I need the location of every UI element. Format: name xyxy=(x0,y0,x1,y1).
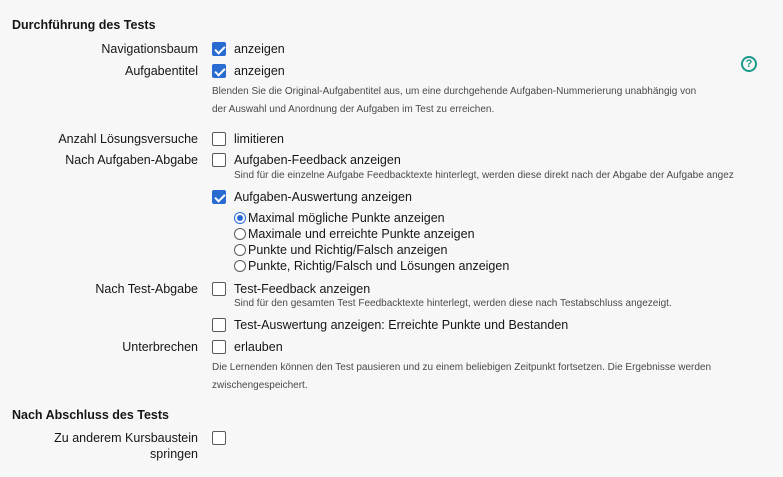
radio-label: Punkte und Richtig/Falsch anzeigen xyxy=(248,243,448,257)
section-title-abschluss: Nach Abschluss des Tests xyxy=(12,408,170,422)
aufgabentitel-help-line1: Blenden Sie die Original-Aufgabentitel a… xyxy=(212,86,697,97)
aufgaben-auswertung-checkbox[interactable] xyxy=(212,190,226,204)
section-title-durchfuehrung: Durchführung des Tests xyxy=(12,18,156,32)
radio-option-points-correct-solutions[interactable]: Punkte, Richtig/Falsch und Lösungen anze… xyxy=(234,258,509,274)
navigationsbaum-label: Navigationsbaum xyxy=(101,42,198,56)
aufgabentitel-help-line2: der Auswahl und Anordnung der Aufgaben i… xyxy=(212,104,495,115)
radio-option-max-points[interactable]: Maximal mögliche Punkte anzeigen xyxy=(234,210,445,226)
radio-option-max-and-achieved[interactable]: Maximale und erreichte Punkte anzeigen xyxy=(234,226,475,242)
test-feedback-checkbox[interactable] xyxy=(212,282,226,296)
unterbrechen-help-line2: zwischengespeichert. xyxy=(212,380,308,391)
loesungsversuche-label: Anzahl Lösungsversuche xyxy=(58,132,198,146)
unterbrechen-help-line1: Die Lernenden können den Test pausieren … xyxy=(212,362,712,373)
aufgaben-feedback-help: Sind für die einzelne Aufgabe Feedbackte… xyxy=(234,170,734,181)
kursbaustein-label-line2: springen xyxy=(150,447,198,461)
radio-button[interactable] xyxy=(234,212,246,224)
aufgabentitel-label: Aufgabentitel xyxy=(125,64,198,78)
aufgabentitel-option[interactable]: anzeigen xyxy=(234,63,285,79)
navigationsbaum-option[interactable]: anzeigen xyxy=(234,41,285,57)
test-auswertung-checkbox[interactable] xyxy=(212,318,226,332)
radio-button[interactable] xyxy=(234,260,246,272)
radio-label: Punkte, Richtig/Falsch und Lösungen anze… xyxy=(248,259,510,273)
test-auswertung-option[interactable]: Test-Auswertung anzeigen: Erreichte Punk… xyxy=(234,317,568,333)
aufgabentitel-checkbox[interactable] xyxy=(212,64,226,78)
unterbrechen-checkbox[interactable] xyxy=(212,340,226,354)
help-icon[interactable]: ? xyxy=(741,56,757,72)
navigationsbaum-checkbox[interactable] xyxy=(212,42,226,56)
test-abgabe-label: Nach Test-Abgabe xyxy=(95,282,198,296)
radio-button[interactable] xyxy=(234,228,246,240)
radio-label: Maximal mögliche Punkte anzeigen xyxy=(248,211,445,225)
kursbaustein-checkbox[interactable] xyxy=(212,431,226,445)
unterbrechen-option[interactable]: erlauben xyxy=(234,339,283,355)
radio-button[interactable] xyxy=(234,244,246,256)
aufgaben-feedback-checkbox[interactable] xyxy=(212,153,226,167)
loesungsversuche-checkbox[interactable] xyxy=(212,132,226,146)
radio-option-points-correct[interactable]: Punkte und Richtig/Falsch anzeigen xyxy=(234,242,447,258)
kursbaustein-label-line1: Zu anderem Kursbaustein xyxy=(54,431,198,445)
test-feedback-help: Sind für den gesamten Test Feedbacktexte… xyxy=(234,298,672,309)
aufgaben-auswertung-option[interactable]: Aufgaben-Auswertung anzeigen xyxy=(234,189,412,205)
loesungsversuche-option[interactable]: limitieren xyxy=(234,131,284,147)
radio-label: Maximale und erreichte Punkte anzeigen xyxy=(248,227,475,241)
aufgaben-abgabe-label: Nach Aufgaben-Abgabe xyxy=(65,153,198,167)
unterbrechen-label: Unterbrechen xyxy=(122,340,198,354)
